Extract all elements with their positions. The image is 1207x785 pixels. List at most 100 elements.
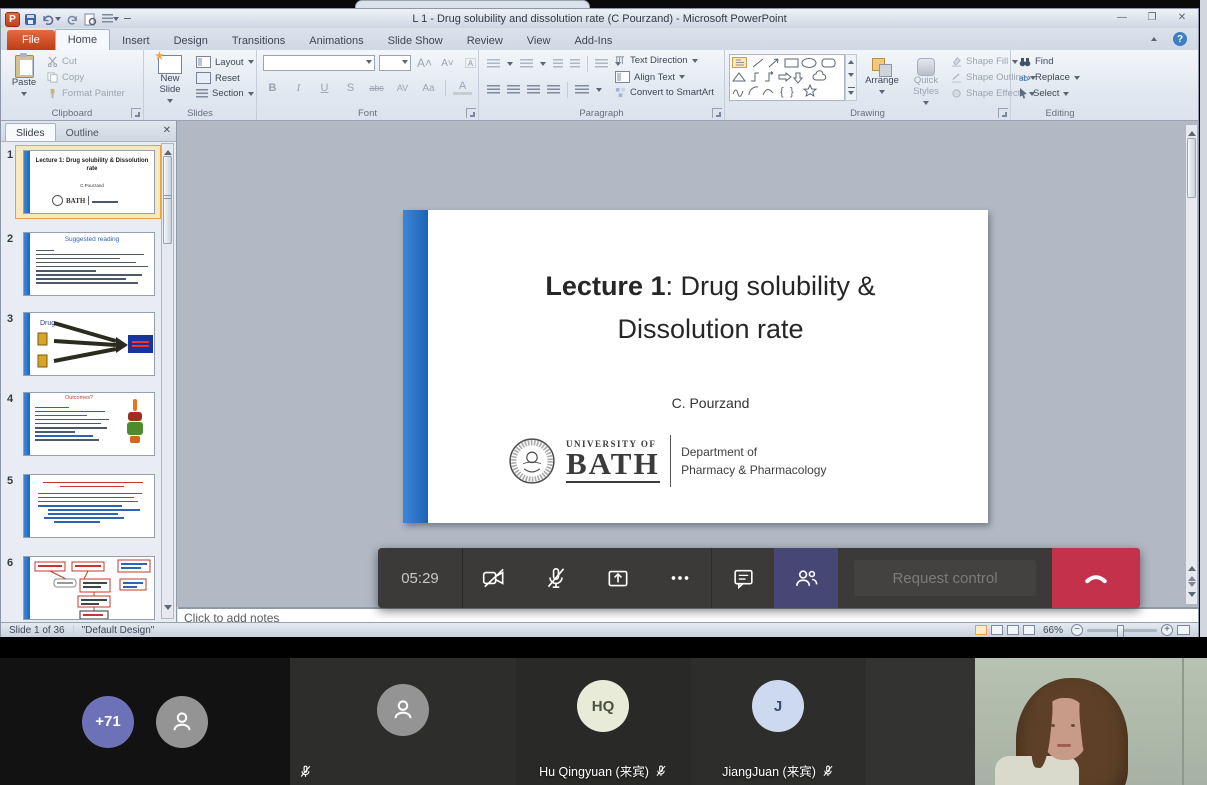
align-text-button[interactable]: Align Text [615,71,685,83]
chat-button[interactable] [711,548,774,608]
clipboard-dialog-launcher[interactable] [131,108,141,118]
paste-button[interactable]: Paste [7,55,41,99]
font-size-combo[interactable] [379,55,411,71]
drawing-dialog-launcher[interactable] [998,108,1008,118]
slide-thumbnail-1[interactable]: Lecture 1: Drug solubility & Dissolution… [23,150,155,214]
bullets-button[interactable] [487,59,500,69]
print-preview-button[interactable] [84,12,97,26]
section-button[interactable]: Section [196,88,254,99]
paragraph-dialog-launcher[interactable] [712,108,722,118]
replace-button[interactable]: ab Replace [1019,72,1080,83]
slide-thumbnail-5[interactable] [23,474,155,538]
mic-toggle-button[interactable] [525,548,587,608]
minimize-ribbon-icon[interactable] [1151,34,1157,41]
close-button[interactable]: ✕ [1174,11,1190,23]
participants-button[interactable] [774,548,838,608]
text-direction-button[interactable]: Text Direction [615,55,698,66]
select-button[interactable]: Select [1019,88,1069,99]
arrange-button[interactable]: Arrange [861,58,903,97]
font-dialog-launcher[interactable] [466,108,476,118]
minimize-button[interactable]: — [1114,11,1130,23]
slide-thumbnail-6[interactable] [23,556,155,620]
participant-tile-overflow[interactable]: +71 [0,658,290,785]
close-panel-icon[interactable]: ✕ [163,125,171,136]
slide-thumbnail-2[interactable]: Suggested reading [23,232,155,296]
tab-slides[interactable]: Slides [5,123,56,141]
tab-add-ins[interactable]: Add-Ins [562,31,624,50]
decrease-indent-button[interactable] [553,59,563,69]
bullet-list-button[interactable] [102,12,119,26]
quick-styles-button[interactable]: Quick Styles [905,58,947,108]
italic-button[interactable]: I [289,82,308,94]
normal-view-button[interactable] [975,625,987,635]
participant-video-tile[interactable] [975,658,1207,785]
redo-button[interactable] [66,12,79,26]
character-spacing-button[interactable]: AV [393,83,412,93]
zoom-slider[interactable] [1087,629,1157,632]
slide-scrollbar-thumb[interactable] [1187,138,1196,198]
text-shadow-button[interactable]: S [341,82,360,94]
font-name-combo[interactable] [263,55,375,71]
slide-scrollbar[interactable] [1185,124,1198,605]
more-options-button[interactable] [649,548,711,608]
customize-qat-button[interactable] [124,12,131,26]
camera-toggle-button[interactable] [463,548,525,608]
tab-home[interactable]: Home [55,29,110,50]
slideshow-view-button[interactable] [1023,625,1035,635]
slide-canvas[interactable]: Lecture 1: Drug solubility & Dissolution… [403,210,988,523]
tab-view[interactable]: View [515,31,563,50]
reading-view-button[interactable] [1007,625,1019,635]
tab-transitions[interactable]: Transitions [220,31,297,50]
tab-design[interactable]: Design [162,31,220,50]
align-center-button[interactable] [507,85,520,95]
columns-button[interactable] [575,85,589,95]
tab-review[interactable]: Review [455,31,515,50]
zoom-slider-thumb[interactable] [1117,625,1124,638]
format-painter-button[interactable]: Format Painter [47,88,125,99]
line-spacing-button[interactable] [595,59,608,69]
convert-smartart-button[interactable]: Convert to SmartArt [615,87,714,98]
grow-font-button[interactable]: A˄ [415,56,434,70]
tab-animations[interactable]: Animations [297,31,375,50]
shape-fill-button[interactable]: Shape Fill [951,56,1018,67]
help-icon[interactable]: ? [1173,32,1187,46]
powerpoint-icon[interactable]: P [5,12,20,27]
slide-nav-buttons[interactable] [1186,561,1197,602]
numbering-button[interactable] [520,59,533,69]
tab-outline[interactable]: Outline [56,124,109,141]
slide-sorter-view-button[interactable] [991,625,1003,635]
bold-button[interactable]: B [263,82,282,94]
justify-button[interactable] [547,85,560,95]
tab-insert[interactable]: Insert [110,31,162,50]
participant-avatar[interactable] [156,696,208,748]
notes-pane[interactable]: Click to add notes [178,607,1198,622]
change-case-button[interactable]: Aa [419,83,438,94]
align-right-button[interactable] [527,85,540,95]
zoom-in-button[interactable]: + [1161,624,1173,636]
slide-thumbnail-4[interactable]: Outcomes? [23,392,155,456]
participant-tile-anonymous[interactable] [290,658,516,785]
copy-button[interactable]: Copy [47,72,84,83]
request-control-button[interactable]: Request control [854,560,1036,596]
undo-button[interactable] [41,12,61,26]
hang-up-button[interactable] [1052,548,1140,608]
clear-formatting-button[interactable]: 🄰 [461,55,480,71]
reset-button[interactable]: Reset [196,72,240,84]
fit-to-window-button[interactable] [1177,625,1190,635]
panel-scrollbar[interactable] [161,143,174,619]
tab-slide-show[interactable]: Slide Show [376,31,455,50]
find-button[interactable]: Find [1019,56,1053,67]
tab-file[interactable]: File [7,30,55,50]
share-screen-button[interactable] [587,548,649,608]
zoom-out-button[interactable]: − [1071,624,1083,636]
underline-button[interactable]: U [315,82,334,94]
strikethrough-button[interactable]: abc [367,83,386,93]
new-slide-button[interactable]: New Slide [150,55,190,106]
overflow-count-badge[interactable]: +71 [82,696,134,748]
cut-button[interactable]: Cut [47,56,77,67]
participant-tile-hu-qingyuan[interactable]: HQ Hu Qingyuan (来宾) [516,658,691,785]
restore-button[interactable]: ❐ [1144,11,1160,23]
increase-indent-button[interactable] [570,59,580,69]
shrink-font-button[interactable]: A˅ [438,58,457,69]
slide-thumbnail-3[interactable]: Drug [23,312,155,376]
